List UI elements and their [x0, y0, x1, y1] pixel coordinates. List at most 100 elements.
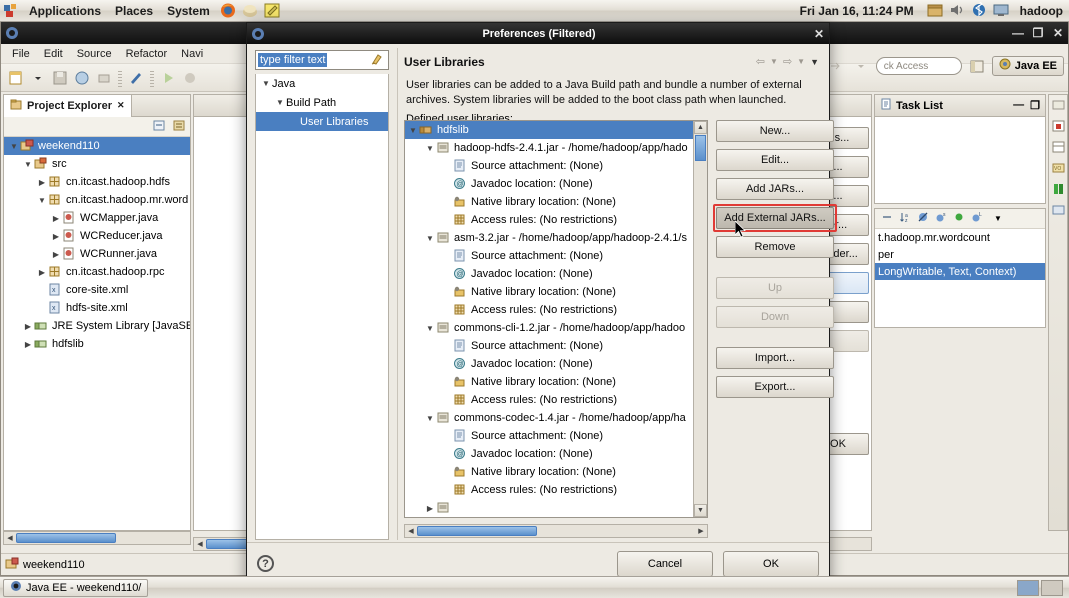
- library-tree-item[interactable]: Native library location: (None): [405, 373, 693, 391]
- library-tree-item[interactable]: Native library location: (None): [405, 463, 693, 481]
- menu-edit[interactable]: Edit: [37, 46, 70, 62]
- user-libraries-tree[interactable]: hdfslib hadoop-hdfs-2.4.1.jar - /home/had…: [405, 121, 693, 517]
- tree-expand-arrow[interactable]: [274, 98, 286, 107]
- lib-scroll-left-icon[interactable]: ◀: [405, 525, 417, 537]
- menu-refactor[interactable]: Refactor: [119, 46, 175, 62]
- tree-expand-arrow[interactable]: [22, 340, 34, 349]
- lib-hscroll-thumb[interactable]: [417, 526, 537, 536]
- window-maximize-button[interactable]: ❐: [1028, 26, 1048, 40]
- back-dropdown-icon[interactable]: ▼: [770, 57, 778, 66]
- forward-icon[interactable]: ⇨: [783, 55, 792, 68]
- cancel-button[interactable]: Cancel: [617, 550, 713, 577]
- menu-navigate[interactable]: Navi: [174, 46, 210, 62]
- tree-expand-arrow[interactable]: [36, 196, 48, 205]
- library-tree-item[interactable]: Access rules: (No restrictions): [405, 481, 693, 499]
- help-browser-icon[interactable]: [241, 2, 259, 19]
- library-tree-item[interactable]: Source attachment: (None): [405, 337, 693, 355]
- build-icon[interactable]: [126, 68, 146, 88]
- console-view-icon[interactable]: [1051, 203, 1066, 217]
- minimize-icon[interactable]: —: [1013, 99, 1024, 112]
- project-tree-item[interactable]: WCMapper.java: [4, 209, 190, 227]
- library-tree-item[interactable]: hadoop-hdfs-2.4.1.jar - /home/hadoop/app…: [405, 139, 693, 157]
- minimize-view-icon[interactable]: [1051, 98, 1066, 112]
- library-tree-item[interactable]: hdfslib: [405, 121, 693, 139]
- view-menu-icon[interactable]: [172, 119, 186, 135]
- archive-icon[interactable]: [926, 2, 944, 19]
- open-perspective-icon[interactable]: [967, 56, 987, 76]
- preference-category-item[interactable]: Build Path: [256, 93, 388, 112]
- library-tree-item[interactable]: @ Javadoc location: (None): [405, 355, 693, 373]
- help-icon[interactable]: ?: [257, 555, 274, 572]
- project-tree-item[interactable]: cn.itcast.hadoop.rpc: [4, 263, 190, 281]
- library-vertical-scrollbar[interactable]: ▲ ▼: [693, 121, 707, 517]
- project-tree-item[interactable]: WCRunner.java: [4, 245, 190, 263]
- collapse-icon[interactable]: [881, 211, 893, 226]
- ok-button[interactable]: OK: [723, 550, 819, 577]
- problems-view-icon[interactable]: [1051, 119, 1066, 133]
- editor-scroll-left-icon[interactable]: ◀: [194, 538, 206, 550]
- lib-scroll-right-icon[interactable]: ▶: [695, 525, 707, 537]
- vscroll-thumb[interactable]: [695, 135, 706, 161]
- hide-static-icon[interactable]: s: [935, 211, 947, 226]
- library-tree-item[interactable]: Source attachment: (None): [405, 157, 693, 175]
- toolbar-grip[interactable]: [118, 68, 122, 87]
- hide-fields-icon[interactable]: [917, 211, 929, 226]
- perspective-java-ee-button[interactable]: Java EE: [991, 56, 1064, 76]
- library-tree-item[interactable]: Source attachment: (None): [405, 247, 693, 265]
- project-tree-item[interactable]: WCReducer.java: [4, 227, 190, 245]
- tree-expand-arrow[interactable]: [8, 142, 20, 151]
- library-button-import[interactable]: Import...: [716, 347, 834, 369]
- outline-item[interactable]: t.hadoop.mr.wordcount: [875, 229, 1045, 246]
- project-tree-item[interactable]: x hdfs-site.xml: [4, 299, 190, 317]
- library-tree-item-partial[interactable]: [405, 499, 693, 517]
- volume-icon[interactable]: [948, 2, 966, 19]
- tree-expand-arrow[interactable]: [407, 126, 419, 135]
- hide-local-icon[interactable]: L: [971, 211, 983, 226]
- panel-clock[interactable]: Fri Jan 16, 11:24 PM: [800, 4, 914, 18]
- tree-expand-arrow[interactable]: [260, 79, 272, 88]
- gnome-foot-icon[interactable]: [2, 2, 20, 19]
- close-icon[interactable]: ✕: [117, 100, 125, 111]
- library-tree-item[interactable]: Native library location: (None): [405, 193, 693, 211]
- library-horizontal-scrollbar[interactable]: ◀ ▶: [404, 524, 708, 538]
- tree-expand-arrow[interactable]: [36, 268, 48, 277]
- menu-system[interactable]: System: [160, 2, 217, 20]
- workspace-2[interactable]: [1041, 579, 1063, 596]
- library-button-remove[interactable]: Remove: [716, 236, 834, 258]
- library-tree-item[interactable]: Access rules: (No restrictions): [405, 211, 693, 229]
- menu-applications[interactable]: Applications: [22, 2, 108, 20]
- project-tree-item[interactable]: JRE System Library [JavaSE: [4, 317, 190, 335]
- library-tree-item[interactable]: @ Javadoc location: (None): [405, 175, 693, 193]
- tree-expand-arrow[interactable]: [50, 250, 62, 259]
- print-icon[interactable]: [72, 68, 92, 88]
- firefox-icon[interactable]: [219, 2, 237, 19]
- quick-access-input[interactable]: ck Access: [875, 57, 962, 75]
- sort-icon[interactable]: az: [899, 211, 911, 226]
- toolbar-grip-2[interactable]: [150, 68, 154, 87]
- display-icon[interactable]: [992, 2, 1010, 19]
- new-file-icon[interactable]: [6, 68, 26, 88]
- data-source-explorer-icon[interactable]: VO: [1051, 161, 1066, 175]
- panel-username[interactable]: hadoop: [1020, 4, 1063, 18]
- project-explorer-hscrollbar[interactable]: ◀: [3, 531, 191, 545]
- library-tree-item[interactable]: @ Javadoc location: (None): [405, 445, 693, 463]
- scroll-left-icon[interactable]: ◀: [4, 532, 16, 544]
- tree-expand-arrow[interactable]: [424, 414, 436, 423]
- bluetooth-icon[interactable]: [970, 0, 988, 19]
- workspace-switcher[interactable]: [1017, 579, 1066, 596]
- library-button-add-jars[interactable]: Add JARs...: [716, 178, 834, 200]
- back-icon[interactable]: ⇦: [756, 55, 765, 68]
- preference-category-item[interactable]: User Libraries: [256, 112, 388, 131]
- new-dropdown-icon[interactable]: [28, 68, 48, 88]
- scroll-up-icon[interactable]: ▲: [694, 121, 707, 134]
- tree-expand-arrow[interactable]: [424, 144, 436, 153]
- project-tree-item[interactable]: cn.itcast.hadoop.hdfs: [4, 173, 190, 191]
- library-tree-item[interactable]: asm-3.2.jar - /home/hadoop/app/hadoop-2.…: [405, 229, 693, 247]
- project-tree-item[interactable]: weekend110: [4, 137, 190, 155]
- library-tree-item[interactable]: Access rules: (No restrictions): [405, 391, 693, 409]
- hide-nonpublic-icon[interactable]: [953, 211, 965, 226]
- collapse-all-icon[interactable]: [152, 119, 166, 135]
- window-close-button[interactable]: ✕: [1048, 26, 1068, 40]
- project-tree-item[interactable]: hdfslib: [4, 335, 190, 353]
- hscroll-thumb[interactable]: [16, 533, 116, 543]
